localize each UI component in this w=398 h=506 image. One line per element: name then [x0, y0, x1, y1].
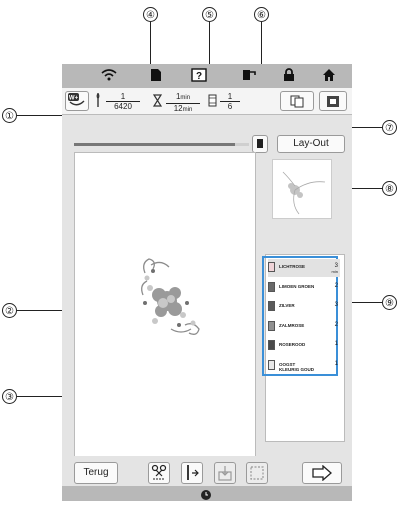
thread-name: OOGST KLEURIG GOUD [279, 361, 315, 372]
progress-track[interactable] [74, 143, 249, 146]
top-bar: ? [62, 64, 352, 88]
preview-image [282, 171, 326, 215]
next-button[interactable] [302, 462, 342, 484]
callout-2: ② [2, 303, 17, 318]
thread-name: ROSEROOD [279, 342, 306, 347]
color-current: 1 [220, 92, 240, 102]
thread-color-toggle-icon [257, 139, 263, 148]
thread-name: ZILVER [279, 303, 295, 308]
trial-frame-icon [250, 466, 264, 480]
thread-count-value: 1 [334, 341, 338, 347]
thread-swatch [268, 359, 275, 370]
thread-swatch [268, 320, 275, 331]
wifi-icon[interactable] [100, 68, 118, 84]
time-total: 12min [173, 104, 193, 113]
home-icon[interactable] [320, 68, 338, 84]
time-current: 1min [166, 92, 200, 104]
thread-count: 1 [334, 360, 338, 367]
color-total: 6 [227, 102, 233, 111]
color-counter: 1 6 [220, 92, 240, 111]
thread-list-item[interactable]: LIMOEN GROEN 2 [268, 279, 340, 297]
callout-7: ⑦ [382, 120, 397, 135]
thread-list-item[interactable]: OOGST KLEURIG GOUD 1 [268, 357, 340, 375]
thread-swatch [268, 281, 275, 292]
callout-3: ③ [2, 389, 17, 404]
stitch-current: 1 [106, 92, 140, 102]
embroidery-screen: ? W+ 1 6420 1min 12min 1 6 Lay-Out Terug… [62, 64, 352, 501]
lock-icon[interactable] [280, 68, 298, 84]
thread-count-value: 1 [334, 360, 338, 367]
callout-1: ① [2, 108, 17, 123]
info-bar: W+ 1 6420 1min 12min 1 6 [62, 88, 352, 115]
thread-list-item[interactable]: ZILVER 3 [268, 298, 340, 316]
status-bar [62, 486, 352, 501]
bottom-toolbar: Terug [62, 456, 352, 488]
stitch-forward-button[interactable] [181, 462, 203, 484]
stitch-total: 6420 [114, 102, 132, 111]
svg-text:?: ? [196, 71, 202, 82]
thread-count-value: 2 [334, 282, 338, 289]
copy-button[interactable] [280, 91, 314, 111]
thread-color-icon [208, 94, 217, 112]
embroidery-frame-icon: W+ [68, 93, 85, 106]
hourglass-icon [152, 94, 163, 112]
callout-5: ⑤ [202, 7, 217, 22]
start-point-button[interactable] [214, 462, 236, 484]
copy-icon [290, 95, 304, 108]
stitch-forward-icon [187, 465, 199, 480]
thread-count: 2 [334, 321, 338, 328]
thread-count: 3 [334, 302, 338, 308]
help-icon[interactable]: ? [190, 68, 208, 84]
back-button[interactable]: Terug [74, 462, 118, 484]
thread-list-item[interactable]: ZALMROSE 2 [268, 318, 340, 336]
corner-floral-design [141, 258, 200, 335]
scissors-icon [151, 464, 167, 480]
layout-button[interactable]: Lay-Out [277, 135, 345, 153]
thread-swatch [268, 301, 275, 311]
callout-6: ⑥ [254, 7, 269, 22]
thread-count-value: 3 [334, 302, 338, 308]
document-icon[interactable] [147, 68, 165, 84]
thread-list-item[interactable]: ROSEROOD 1 [268, 337, 340, 355]
embroidery-canvas[interactable] [74, 152, 256, 465]
thread-name: ZALMROSE [279, 322, 305, 328]
clock-icon [200, 488, 212, 506]
thread-count: 1 [334, 341, 338, 347]
arrow-right-icon [312, 464, 332, 482]
thread-count: 2 [334, 282, 338, 289]
callout-8: ⑧ [382, 181, 397, 196]
trial-frame-button[interactable] [246, 462, 268, 484]
embroidery-frame-button[interactable]: W+ [65, 91, 89, 111]
thread-name: LIMOEN GROEN [279, 283, 315, 289]
thread-swatch [268, 262, 275, 272]
thread-color-toggle-button[interactable] [252, 135, 268, 153]
thread-count: 3 min [331, 263, 338, 275]
thread-count-value: 2 [334, 321, 338, 328]
cut-jump-stitch-button[interactable] [148, 462, 170, 484]
screen-toggle-icon [327, 96, 339, 107]
time-counter: 1min 12min [166, 92, 200, 115]
thread-name: LICHTROSE [279, 264, 306, 269]
needle-icon [95, 93, 101, 114]
callout-4: ④ [143, 7, 158, 22]
stitch-counter: 1 6420 [106, 92, 140, 111]
thread-spool-icon[interactable] [240, 68, 258, 84]
callout-9: ⑨ [382, 295, 397, 310]
progress-fill [74, 143, 235, 146]
thread-list-item[interactable]: LICHTROSE 3 min [268, 259, 340, 277]
svg-text:W+: W+ [69, 96, 79, 102]
thread-swatch [268, 340, 275, 350]
design-preview[interactable] [272, 159, 332, 219]
start-point-icon [218, 466, 232, 481]
screen-toggle-button[interactable] [319, 91, 347, 111]
thread-count-unit: min [331, 269, 338, 274]
